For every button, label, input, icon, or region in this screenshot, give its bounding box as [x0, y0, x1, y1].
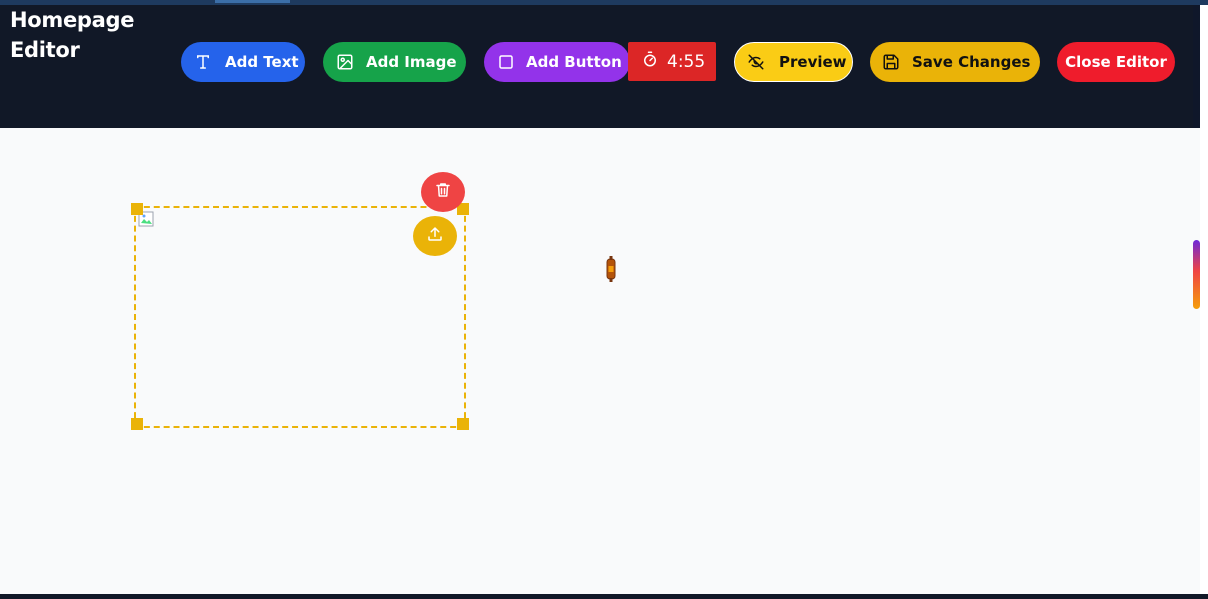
add-text-button[interactable]: Add Text — [181, 42, 305, 82]
title-line-1: Homepage — [10, 8, 135, 32]
add-text-label: Add Text — [225, 53, 299, 71]
title-line-2: Editor — [10, 38, 80, 62]
save-changes-label: Save Changes — [912, 53, 1031, 71]
close-editor-label: Close Editor — [1065, 53, 1167, 71]
preview-button[interactable]: Preview — [734, 42, 853, 82]
upload-image-button[interactable] — [413, 216, 457, 256]
page-title: Homepage Editor — [10, 5, 135, 65]
upload-icon — [426, 225, 444, 247]
resize-handle-bottom-left[interactable] — [131, 418, 143, 430]
session-timer: 4:55 — [628, 42, 716, 81]
add-image-label: Add Image — [366, 53, 457, 71]
add-image-button[interactable]: Add Image — [323, 42, 466, 82]
bottom-border — [0, 594, 1208, 599]
eye-off-icon — [747, 53, 765, 71]
preview-label: Preview — [779, 53, 847, 71]
small-element-widget[interactable] — [606, 256, 616, 282]
trash-icon — [434, 181, 452, 203]
scrollbar-thumb[interactable] — [1193, 240, 1200, 309]
resize-handle-bottom-right[interactable] — [457, 418, 469, 430]
save-changes-button[interactable]: Save Changes — [870, 42, 1040, 82]
scrollbar-track[interactable] — [1200, 5, 1208, 594]
square-icon — [497, 53, 515, 71]
timer-value: 4:55 — [667, 51, 706, 72]
text-t-icon — [194, 53, 212, 71]
stopwatch-icon — [641, 50, 659, 73]
resize-handle-top-left[interactable] — [131, 203, 143, 215]
image-icon — [336, 53, 354, 71]
delete-element-button[interactable] — [421, 172, 465, 212]
add-button-button[interactable]: Add Button — [484, 42, 630, 82]
add-button-label: Add Button — [526, 53, 622, 71]
close-editor-button[interactable]: Close Editor — [1057, 42, 1175, 82]
floppy-disk-icon — [882, 53, 900, 71]
top-border-accent — [215, 0, 290, 3]
